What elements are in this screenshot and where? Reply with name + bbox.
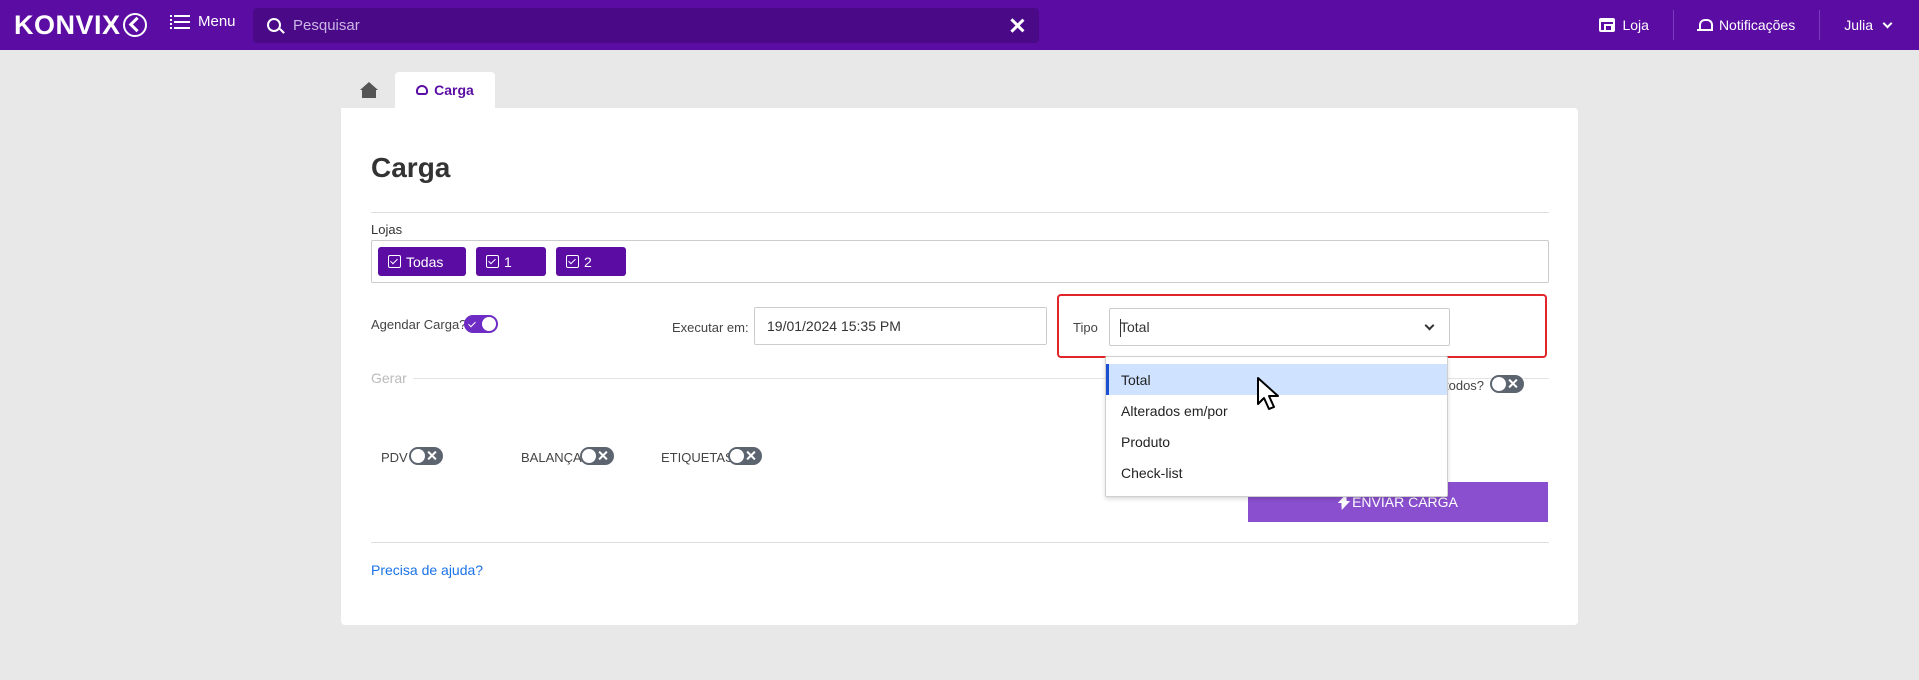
tipo-option-produto[interactable]: Produto [1106,426,1447,457]
tab-carga[interactable]: Carga [395,72,495,108]
etiquetas-toggle[interactable] [728,447,762,465]
menu-button[interactable]: Menu [170,13,236,30]
chevron-down-icon [1882,18,1893,28]
lojas-label: Lojas [371,222,403,237]
help-link[interactable]: Precisa de ajuda? [371,562,483,578]
todos-label: todos? [1445,378,1485,393]
chevron-down-icon [1424,320,1435,331]
loja-chip-2[interactable]: 2 [556,247,626,276]
todos-toggle[interactable] [1490,375,1524,393]
tipo-select[interactable]: Total [1109,308,1450,346]
tipo-field-highlight: Tipo Total [1057,294,1547,358]
tipo-label: Tipo [1073,320,1098,335]
tab-carga-label: Carga [434,82,474,98]
gerar-section-label: Gerar [371,370,407,386]
chip-label: 1 [504,253,512,270]
agendar-carga-toggle[interactable] [464,315,498,333]
logo-text: KONVIX [14,9,121,40]
konvix-logo[interactable]: KONVIX [14,10,147,40]
loja-chip-todas[interactable]: Todas [378,247,466,276]
toggle-knob [482,317,496,331]
hamburger-menu-icon [170,14,190,29]
search-bar [253,8,1039,43]
menu-label: Menu [198,13,236,30]
check-icon [388,255,401,268]
balanca-label: BALANÇA [521,450,582,465]
search-input[interactable] [293,8,983,43]
divider [371,542,1549,543]
search-icon [267,18,281,32]
balanca-toggle[interactable] [580,447,614,465]
toggle-knob [582,449,596,463]
loja-button[interactable]: Loja [1575,10,1674,40]
text-caret [1120,319,1121,337]
page-title: Carga [371,152,451,183]
bell-icon [1696,18,1713,33]
x-icon [598,451,607,460]
toggle-knob [1492,377,1506,391]
x-icon [746,451,755,460]
loja-chip-1[interactable]: 1 [476,247,546,276]
pdv-toggle[interactable] [409,447,443,465]
check-icon [486,255,499,268]
user-menu-button[interactable]: Julia [1820,10,1919,40]
x-icon [427,451,436,460]
loja-label: Loja [1622,17,1649,33]
top-right-actions: Loja Notificações Julia [1575,0,1919,50]
home-icon [358,82,378,98]
divider [371,212,1549,213]
logo-mark-icon [122,13,147,37]
close-icon[interactable] [1009,17,1025,33]
toggle-knob [411,449,425,463]
store-icon [1599,18,1616,32]
check-icon [566,255,579,268]
chip-label: Todas [406,253,444,270]
tipo-selected-value: Total [1120,319,1150,335]
x-icon [1508,379,1517,388]
check-icon [468,319,476,328]
user-name: Julia [1844,17,1873,33]
executar-em-input[interactable] [754,307,1047,345]
pdv-label: PDV [381,450,408,465]
notifications-label: Notificações [1718,17,1796,33]
chip-label: 2 [584,253,592,270]
cloud-upload-icon [416,85,429,95]
toggle-knob [730,449,744,463]
etiquetas-label: ETIQUETAS [661,450,734,465]
tipo-option-checklist[interactable]: Check-list [1106,457,1447,488]
top-navigation-bar: KONVIX Menu Loja Notificações Julia [0,0,1919,50]
lojas-chip-container: Todas 1 2 [371,240,1549,283]
tab-home[interactable] [342,72,394,108]
agendar-carga-label: Agendar Carga? [371,317,467,332]
executar-em-label: Executar em: [672,320,749,335]
mouse-cursor-icon [1257,377,1279,410]
notifications-button[interactable]: Notificações [1674,10,1821,40]
